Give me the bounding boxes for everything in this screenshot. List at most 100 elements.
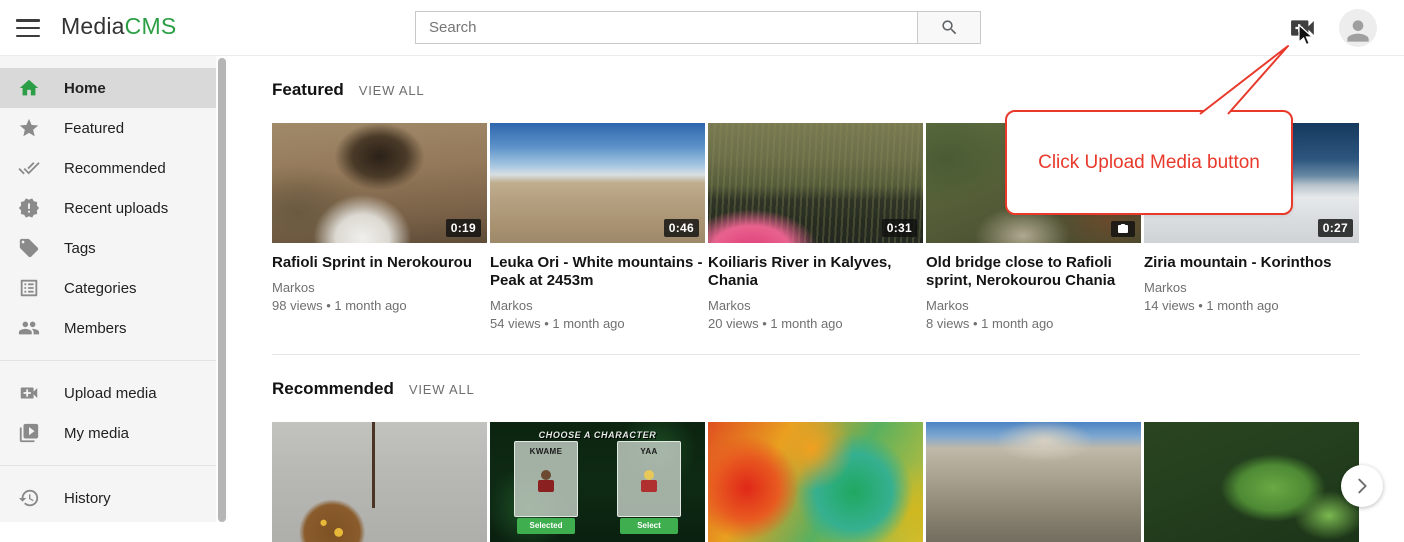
video-meta: 20 views • 1 month ago bbox=[708, 315, 923, 333]
game-character-sprite bbox=[641, 480, 657, 492]
sidebar-label: My media bbox=[64, 425, 129, 442]
video-meta: 54 views • 1 month ago bbox=[490, 315, 705, 333]
video-title[interactable]: Koiliaris River in Kalyves, Chania bbox=[708, 254, 923, 290]
video-meta: 8 views • 1 month ago bbox=[926, 315, 1141, 333]
recommended-section-header: Recommended VIEW ALL bbox=[272, 379, 1404, 399]
camera-icon bbox=[1117, 224, 1129, 234]
search-input[interactable] bbox=[415, 11, 917, 44]
sidebar-label: Recommended bbox=[64, 160, 166, 177]
sidebar-label: Upload media bbox=[64, 385, 157, 402]
duration-badge: 0:19 bbox=[446, 219, 481, 237]
view-all-link[interactable]: VIEW ALL bbox=[409, 382, 475, 397]
game-character-sprite bbox=[538, 480, 554, 492]
user-avatar[interactable] bbox=[1339, 9, 1377, 47]
sidebar-item-recommended[interactable]: Recommended bbox=[0, 148, 216, 188]
tag-icon bbox=[18, 237, 40, 259]
video-author[interactable]: Markos bbox=[1144, 279, 1359, 297]
carousel-next-button[interactable] bbox=[1341, 465, 1383, 507]
hamburger-menu-icon[interactable] bbox=[15, 17, 41, 39]
logo-cms-text: CMS bbox=[125, 13, 177, 39]
app-logo[interactable]: MediaCMS bbox=[61, 13, 176, 40]
sidebar: Home Featured Recommended Recent uploads… bbox=[0, 56, 216, 522]
video-thumbnail-game[interactable]: CHOOSE A CHARACTER KWAME YAA Selected Se… bbox=[490, 422, 705, 542]
sidebar-label: Members bbox=[64, 320, 127, 337]
section-divider bbox=[272, 354, 1360, 355]
video-thumbnail[interactable]: 0:46 bbox=[490, 123, 705, 243]
upload-media-icon bbox=[18, 382, 40, 404]
sidebar-divider bbox=[0, 465, 216, 466]
tutorial-callout: Click Upload Media button bbox=[1005, 110, 1293, 215]
video-thumbnail-gradient[interactable] bbox=[708, 422, 923, 542]
sidebar-label: History bbox=[64, 490, 111, 507]
sidebar-item-tags[interactable]: Tags bbox=[0, 228, 216, 268]
star-icon bbox=[18, 117, 40, 139]
video-thumbnail-leaves[interactable] bbox=[1144, 422, 1359, 542]
video-card[interactable] bbox=[708, 422, 923, 542]
video-card[interactable]: CHOOSE A CHARACTER KWAME YAA Selected Se… bbox=[490, 422, 705, 542]
video-thumbnail-mountain[interactable] bbox=[926, 422, 1141, 542]
section-title: Featured bbox=[272, 80, 344, 100]
game-character-panel: KWAME bbox=[514, 441, 578, 517]
sidebar-item-history[interactable]: History bbox=[0, 478, 216, 518]
sidebar-label: Categories bbox=[64, 280, 137, 297]
video-card[interactable] bbox=[272, 422, 487, 542]
video-card[interactable] bbox=[1144, 422, 1359, 542]
sidebar-label: Recent uploads bbox=[64, 200, 168, 217]
double-check-icon bbox=[18, 157, 40, 179]
game-title-text: CHOOSE A CHARACTER bbox=[490, 430, 705, 440]
sidebar-label: Featured bbox=[64, 120, 124, 137]
sidebar-item-categories[interactable]: Categories bbox=[0, 268, 216, 308]
video-card[interactable]: 0:19 Rafioli Sprint in Nerokourou Markos… bbox=[272, 123, 487, 333]
video-author[interactable]: Markos bbox=[490, 297, 705, 315]
chevron-right-icon bbox=[1351, 475, 1373, 497]
video-library-icon bbox=[18, 422, 40, 444]
search-button[interactable] bbox=[917, 11, 981, 44]
game-character-name: KWAME bbox=[515, 447, 577, 456]
game-character-panel: YAA bbox=[617, 441, 681, 517]
camera-badge bbox=[1111, 221, 1135, 237]
sidebar-item-upload-media[interactable]: Upload media bbox=[0, 373, 216, 413]
video-meta: 98 views • 1 month ago bbox=[272, 297, 487, 315]
person-icon bbox=[1342, 15, 1374, 47]
sidebar-item-recent-uploads[interactable]: Recent uploads bbox=[0, 188, 216, 228]
callout-arrow bbox=[1190, 38, 1302, 118]
video-thumbnail[interactable]: 0:31 bbox=[708, 123, 923, 243]
sidebar-item-members[interactable]: Members bbox=[0, 308, 216, 348]
game-character-name: YAA bbox=[618, 447, 680, 456]
sidebar-divider bbox=[0, 360, 216, 361]
sidebar-item-home[interactable]: Home bbox=[0, 68, 216, 108]
sidebar-scrollbar bbox=[216, 56, 228, 522]
sidebar-label: Home bbox=[64, 80, 106, 97]
mouse-cursor bbox=[1297, 24, 1317, 48]
video-meta: 14 views • 1 month ago bbox=[1144, 297, 1359, 315]
video-title[interactable]: Rafioli Sprint in Nerokourou bbox=[272, 254, 487, 272]
video-author[interactable]: Markos bbox=[272, 279, 487, 297]
video-author[interactable]: Markos bbox=[708, 297, 923, 315]
video-title[interactable]: Ziria mountain - Korinthos bbox=[1144, 254, 1359, 272]
video-author[interactable]: Markos bbox=[926, 297, 1141, 315]
video-card[interactable]: 0:46 Leuka Ori - White mountains - Peak … bbox=[490, 123, 705, 333]
people-icon bbox=[18, 317, 40, 339]
callout-text: Click Upload Media button bbox=[1038, 152, 1260, 174]
video-title[interactable]: Leuka Ori - White mountains - Peak at 24… bbox=[490, 254, 705, 290]
sidebar-item-featured[interactable]: Featured bbox=[0, 108, 216, 148]
list-alt-icon bbox=[18, 277, 40, 299]
video-card[interactable]: 0:31 Koiliaris River in Kalyves, Chania … bbox=[708, 123, 923, 333]
video-card[interactable] bbox=[926, 422, 1141, 542]
search-icon bbox=[940, 18, 959, 37]
home-icon bbox=[18, 77, 40, 99]
sidebar-scrollbar-thumb[interactable] bbox=[218, 58, 226, 522]
video-thumbnail[interactable]: 0:19 bbox=[272, 123, 487, 243]
search-bar bbox=[415, 11, 981, 44]
video-thumbnail-pumpkin[interactable] bbox=[272, 422, 487, 542]
logo-media-text: Media bbox=[61, 13, 125, 39]
video-title[interactable]: Old bridge close to Rafioli sprint, Nero… bbox=[926, 254, 1141, 290]
sidebar-item-my-media[interactable]: My media bbox=[0, 413, 216, 453]
game-select-button: Select bbox=[620, 518, 678, 534]
new-releases-icon bbox=[18, 197, 40, 219]
duration-badge: 0:27 bbox=[1318, 219, 1353, 237]
duration-badge: 0:46 bbox=[664, 219, 699, 237]
history-icon bbox=[18, 487, 40, 509]
duration-badge: 0:31 bbox=[882, 219, 917, 237]
view-all-link[interactable]: VIEW ALL bbox=[359, 83, 425, 98]
